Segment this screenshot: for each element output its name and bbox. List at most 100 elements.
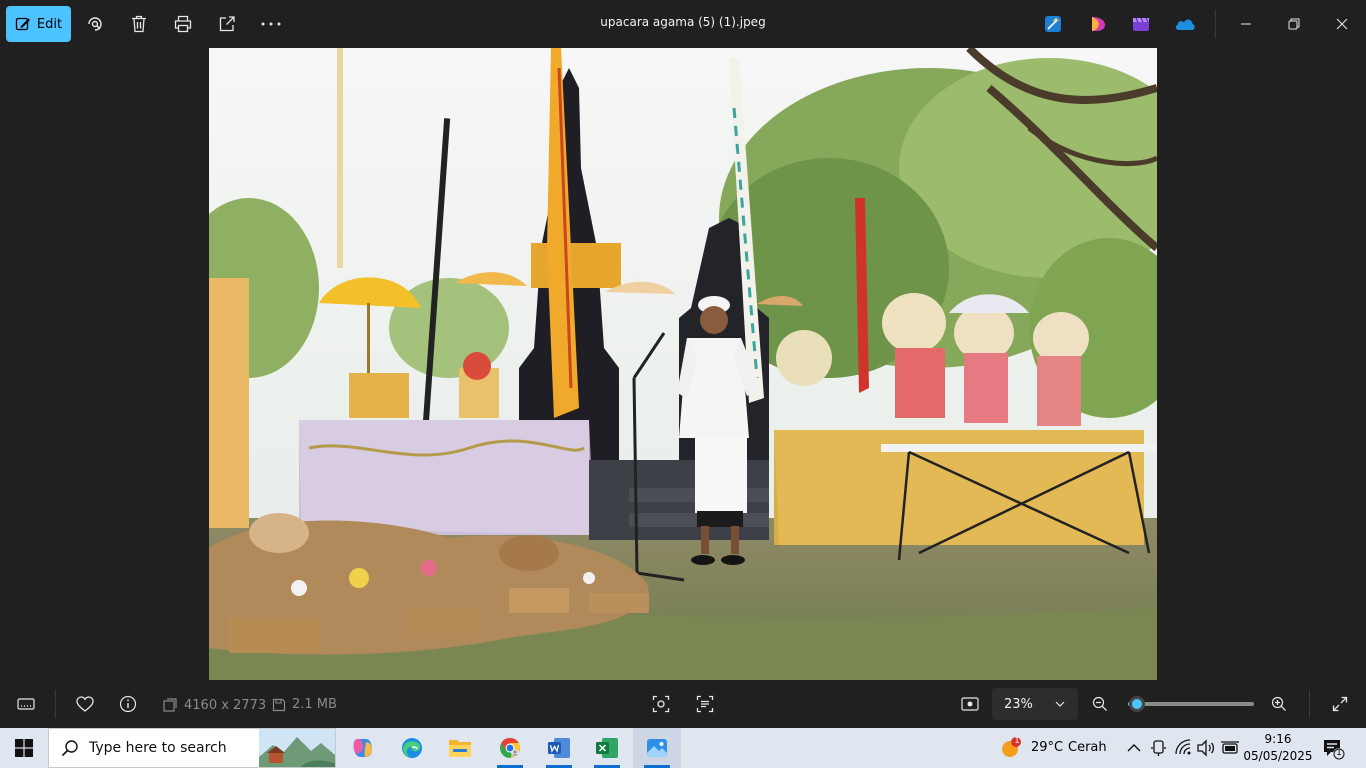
- close-button[interactable]: [1319, 0, 1365, 48]
- taskbar-copilot[interactable]: [340, 728, 386, 768]
- notification-center-button[interactable]: 1: [1322, 737, 1346, 761]
- taskbar-chrome[interactable]: [487, 728, 533, 768]
- visual-search-button[interactable]: [79, 8, 111, 40]
- ceremony-photo: [209, 48, 1157, 680]
- bottom-separator-right: [1309, 690, 1310, 718]
- designer-app-button[interactable]: [1042, 13, 1064, 35]
- copilot-icon: [353, 739, 372, 757]
- weather-temperature[interactable]: 29°C: [1031, 740, 1063, 755]
- show-hidden-icons-button[interactable]: [1124, 738, 1144, 762]
- toolbar-separator: [1215, 10, 1216, 38]
- delete-button[interactable]: [123, 8, 155, 40]
- taskbar-photos[interactable]: [633, 728, 681, 768]
- search-placeholder: Type here to search: [89, 740, 227, 756]
- favorite-button[interactable]: [69, 688, 101, 720]
- fit-screen-icon: [961, 697, 979, 711]
- meet-now-button[interactable]: [1150, 738, 1168, 762]
- windows-logo-icon: [15, 739, 33, 757]
- weather-description[interactable]: Cerah: [1068, 740, 1107, 755]
- file-size: 2.1 MB: [272, 697, 337, 712]
- start-button[interactable]: [0, 728, 48, 768]
- scan-text-icon: [696, 695, 714, 713]
- speaker-icon: [1197, 739, 1215, 757]
- taskbar-search-box[interactable]: Type here to search: [48, 728, 336, 768]
- copilot-designer-button[interactable]: [1087, 13, 1109, 35]
- edit-image-icon: [15, 17, 30, 31]
- taskbar-word[interactable]: [536, 728, 582, 768]
- magic-edit-icon: [1045, 16, 1061, 32]
- zoom-in-icon: [1271, 696, 1286, 711]
- wifi-icon: [1175, 739, 1191, 755]
- photos-app-window: Edit upacara agama (5) (1).jpeg 4160 x 2…: [0, 0, 1366, 728]
- weather-widget-icon-wrapper[interactable]: 1: [1000, 736, 1022, 759]
- restore-button[interactable]: [1271, 0, 1317, 48]
- bottom-separator: [55, 690, 56, 718]
- excel-icon: [596, 738, 618, 758]
- minimize-button[interactable]: [1223, 0, 1269, 48]
- notification-count: 1: [1336, 748, 1342, 758]
- taskbar-excel[interactable]: [584, 728, 630, 768]
- clipchamp-icon: [1133, 17, 1149, 31]
- volume-button[interactable]: [1196, 738, 1216, 762]
- share-icon: [219, 16, 235, 32]
- zoom-slider-thumb[interactable]: [1129, 696, 1145, 712]
- file-info-button[interactable]: [112, 688, 144, 720]
- more-options-button[interactable]: [255, 8, 287, 40]
- info-icon: [119, 695, 137, 713]
- scan-text-button[interactable]: [689, 688, 721, 720]
- weather-badge: 1: [1014, 736, 1020, 745]
- clock-date: 05/05/2025: [1243, 749, 1313, 763]
- minimize-icon: [1241, 23, 1251, 25]
- restore-icon: [1288, 18, 1300, 30]
- battery-button[interactable]: [1220, 738, 1240, 762]
- edge-browser-icon: [402, 738, 422, 758]
- file-size-text: 2.1 MB: [292, 697, 337, 712]
- photos-app-icon: [647, 739, 667, 757]
- filmstrip-toggle-button[interactable]: [10, 688, 42, 720]
- bottom-toolbar: 4160 x 2773 2.1 MB 23%: [0, 680, 1366, 728]
- zoom-out-icon: [1092, 696, 1107, 711]
- zoom-out-button[interactable]: [1084, 688, 1116, 720]
- onedrive-button[interactable]: [1174, 13, 1196, 35]
- more-dots-icon: [261, 22, 281, 26]
- taskbar-file-explorer[interactable]: [437, 728, 483, 768]
- onedrive-cloud-icon: [1175, 19, 1195, 30]
- zoom-slider[interactable]: [1128, 696, 1254, 712]
- zoom-level-dropdown[interactable]: 23%: [992, 688, 1078, 720]
- edit-button[interactable]: Edit: [6, 6, 71, 42]
- zoom-level-text: 23%: [1004, 696, 1033, 712]
- file-title: upacara agama (5) (1).jpeg: [600, 15, 766, 29]
- visual-lookup-button[interactable]: [645, 688, 677, 720]
- clipchamp-button[interactable]: [1130, 13, 1152, 35]
- chevron-up-icon: [1127, 744, 1141, 752]
- chevron-down-icon: [1055, 701, 1065, 707]
- image-size-icon: [163, 698, 177, 712]
- share-button[interactable]: [211, 8, 243, 40]
- designer-icon: [1092, 17, 1105, 31]
- search-icon: [61, 740, 78, 757]
- search-highlight-illustration-icon: [259, 729, 335, 767]
- taskbar-clock[interactable]: 9:16 05/05/2025: [1240, 731, 1316, 765]
- expand-icon: [1332, 696, 1348, 712]
- printer-icon: [174, 15, 192, 33]
- network-button[interactable]: [1174, 738, 1194, 762]
- chrome-browser-icon: [500, 737, 521, 759]
- visual-search-icon: [88, 17, 102, 31]
- image-dimensions: 4160 x 2773: [162, 697, 266, 713]
- top-toolbar: Edit upacara agama (5) (1).jpeg: [0, 0, 1366, 48]
- close-icon: [1336, 18, 1348, 30]
- taskbar-edge[interactable]: [389, 728, 435, 768]
- scan-focus-icon: [652, 695, 670, 713]
- fullscreen-button[interactable]: [1324, 688, 1356, 720]
- clock-time: 9:16: [1264, 732, 1292, 746]
- actual-size-button[interactable]: [954, 688, 986, 720]
- folder-icon: [449, 740, 471, 757]
- edit-button-label: Edit: [36, 16, 63, 32]
- save-disk-icon: [272, 698, 286, 711]
- battery-charging-icon: [1221, 741, 1239, 754]
- zoom-in-button[interactable]: [1263, 688, 1295, 720]
- photo-canvas[interactable]: [209, 48, 1157, 680]
- word-icon: [548, 738, 570, 758]
- device-icon: [1151, 740, 1166, 756]
- print-button[interactable]: [167, 8, 199, 40]
